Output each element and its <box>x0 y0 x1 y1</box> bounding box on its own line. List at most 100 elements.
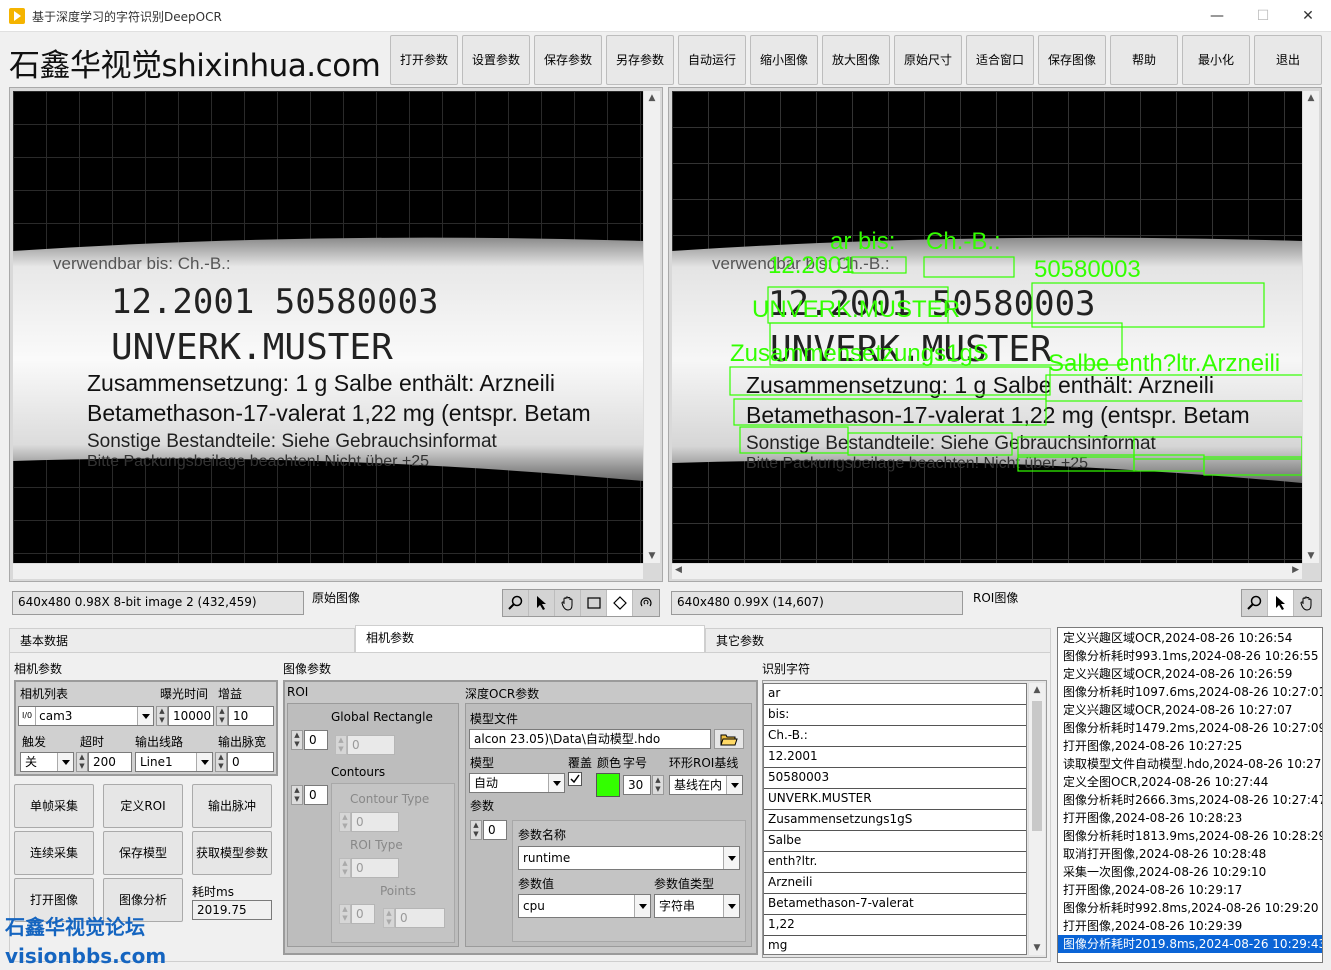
chevron-down-icon[interactable] <box>726 776 742 794</box>
contours-index-stepper[interactable]: ▲ ▼ <box>291 785 303 805</box>
pointer-tool-icon[interactable] <box>529 590 555 616</box>
log-entry[interactable]: 采集一次图像,2024-08-26 10:29:10 <box>1058 863 1322 881</box>
global-index-stepper[interactable]: ▲ ▼ <box>291 730 303 750</box>
trigger-select[interactable]: 关 <box>20 752 74 772</box>
help-button[interactable]: 帮助 <box>1110 35 1178 85</box>
tab-camera-params[interactable]: 相机参数 <box>355 625 705 652</box>
gain-stepper[interactable]: ▲ ▼ <box>216 706 228 726</box>
recognized-list[interactable]: ar bis: Ch.-B.: 12.2001 50580003 UNVERK.MUSTE… <box>763 683 1027 955</box>
log-entry[interactable]: 定义兴趣区域OCR,2024-08-26 10:27:07 <box>1058 701 1322 719</box>
font-size-input[interactable]: 30 <box>623 775 651 795</box>
annulus-tool-icon[interactable] <box>633 590 659 616</box>
log-entry[interactable]: 图像分析耗时2019.8ms,2024-08-26 10:29:43 <box>1058 935 1322 953</box>
exposure-input[interactable]: 10000 <box>168 706 214 726</box>
single-capture-button[interactable]: 单帧采集 <box>14 784 94 828</box>
horizontal-scrollbar[interactable]: ◀ ▶ <box>672 563 1302 579</box>
timeout-input[interactable]: 200 <box>88 752 132 772</box>
chevron-down-icon[interactable] <box>634 895 650 917</box>
pulse-width-input[interactable]: 0 <box>227 752 274 772</box>
recognized-item[interactable]: mg <box>764 936 1026 954</box>
log-entry[interactable]: 定义兴趣区域OCR,2024-08-26 10:26:54 <box>1058 629 1322 647</box>
tab-other-params[interactable]: 其它参数 <box>705 628 1051 652</box>
recognized-item[interactable]: Zusammensetzungs1gS <box>764 810 1026 831</box>
recognized-item[interactable]: 12.2001 <box>764 747 1026 768</box>
recognized-item[interactable]: bis: <box>764 705 1026 726</box>
log-entry[interactable]: 图像分析耗时2666.3ms,2024-08-26 10:27:47 <box>1058 791 1322 809</box>
fit-window-button[interactable]: 适合窗口 <box>966 35 1034 85</box>
open-params-button[interactable]: 打开参数 <box>390 35 458 85</box>
overlay-checkbox[interactable] <box>568 772 582 786</box>
output-pulse-button[interactable]: 输出脉冲 <box>192 784 272 828</box>
rectangle-tool-icon[interactable] <box>581 590 607 616</box>
chevron-down-icon[interactable] <box>723 895 739 917</box>
log-entry[interactable]: 定义全图OCR,2024-08-26 10:27:44 <box>1058 773 1322 791</box>
minimize-window-button[interactable]: — <box>1194 0 1240 32</box>
maximize-window-button[interactable]: ☐ <box>1240 0 1286 32</box>
timeout-stepper[interactable]: ▲ ▼ <box>76 752 88 772</box>
zoom-in-image-button[interactable]: 放大图像 <box>822 35 890 85</box>
rotated-rectangle-tool-icon[interactable] <box>607 590 633 616</box>
log-entry[interactable]: 打开图像,2024-08-26 10:28:23 <box>1058 809 1322 827</box>
define-roi-button[interactable]: 定义ROI <box>103 784 183 828</box>
log-entry[interactable]: 打开图像,2024-08-26 10:27:25 <box>1058 737 1322 755</box>
recognized-item[interactable]: ar <box>764 684 1026 705</box>
original-image-view[interactable]: verwendbar bis: Ch.-B.: 12.2001 50580003… <box>13 91 643 563</box>
chevron-down-icon[interactable] <box>57 753 73 771</box>
save-params-button[interactable]: 保存参数 <box>534 35 602 85</box>
roi-image-view[interactable]: verwendbar bis: Ch.-B.: 12.2001 50580003… <box>672 91 1302 563</box>
overlay-color-swatch[interactable] <box>596 773 620 797</box>
model-file-input[interactable]: alcon 23.05)\Data\自动模型.hdo <box>469 729 711 749</box>
log-entry[interactable]: 图像分析耗时1097.6ms,2024-08-26 10:27:01 <box>1058 683 1322 701</box>
recognized-item[interactable]: Ch.-B.: <box>764 726 1026 747</box>
pointer-tool-icon[interactable] <box>1268 590 1294 616</box>
exposure-stepper[interactable]: ▲ ▼ <box>156 706 168 726</box>
save-image-button[interactable]: 保存图像 <box>1038 35 1106 85</box>
recognized-item[interactable]: 50580003 <box>764 768 1026 789</box>
recognized-item[interactable]: 1,22 <box>764 915 1026 936</box>
pan-tool-icon[interactable] <box>1294 590 1320 616</box>
get-model-params-button[interactable]: 获取模型参数 <box>192 831 272 875</box>
vertical-scrollbar[interactable]: ▲ ▼ <box>1302 91 1319 563</box>
params-index-stepper[interactable]: ▲ ▼ <box>470 820 482 840</box>
param-type-select[interactable]: 字符串 <box>654 894 740 918</box>
recognized-item[interactable]: Arzneili <box>764 873 1026 894</box>
log-entry[interactable]: 打开图像,2024-08-26 10:29:17 <box>1058 881 1322 899</box>
original-size-button[interactable]: 原始尺寸 <box>894 35 962 85</box>
param-name-select[interactable]: runtime <box>518 846 740 870</box>
global-index-input[interactable]: 0 <box>304 730 328 750</box>
zoom-tool-icon[interactable] <box>1242 590 1268 616</box>
log-entry[interactable]: 取消打开图像,2024-08-26 10:28:48 <box>1058 845 1322 863</box>
auto-run-button[interactable]: 自动运行 <box>678 35 746 85</box>
camera-select[interactable]: I/0 cam3 <box>18 706 154 726</box>
font-size-stepper[interactable]: ▲ ▼ <box>652 775 664 795</box>
recognized-item[interactable]: enth?ltr. <box>764 852 1026 873</box>
param-value-select[interactable]: cpu <box>518 894 651 918</box>
save-model-button[interactable]: 保存模型 <box>103 831 183 875</box>
zoom-tool-icon[interactable] <box>503 590 529 616</box>
close-window-button[interactable]: ✕ <box>1285 0 1331 32</box>
vertical-scrollbar[interactable]: ▲ ▼ <box>1028 683 1045 955</box>
recognized-item[interactable]: UNVERK.MUSTER <box>764 789 1026 810</box>
model-select[interactable]: 自动 <box>469 773 565 793</box>
log-entry[interactable]: 图像分析耗时993.1ms,2024-08-26 10:26:55 <box>1058 647 1322 665</box>
log-entry[interactable]: 定义兴趣区域OCR,2024-08-26 10:26:59 <box>1058 665 1322 683</box>
log-entry[interactable]: 图像分析耗时992.8ms,2024-08-26 10:29:20 <box>1058 899 1322 917</box>
log-entry[interactable]: 图像分析耗时1479.2ms,2024-08-26 10:27:09 <box>1058 719 1322 737</box>
save-as-params-button[interactable]: 另存参数 <box>606 35 674 85</box>
chevron-down-icon[interactable] <box>137 707 153 725</box>
minimize-button[interactable]: 最小化 <box>1182 35 1250 85</box>
params-index-input[interactable]: 0 <box>483 820 507 840</box>
contours-index-input[interactable]: 0 <box>304 785 328 805</box>
horizontal-scrollbar[interactable] <box>13 563 643 579</box>
zoom-out-image-button[interactable]: 缩小图像 <box>750 35 818 85</box>
tab-basic-data[interactable]: 基本数据 <box>9 628 355 652</box>
log-entry[interactable]: 读取模型文件自动模型.hdo,2024-08-26 10:27:3 <box>1058 755 1322 773</box>
recognized-item[interactable]: Salbe <box>764 831 1026 852</box>
vertical-scrollbar[interactable]: ▲ ▼ <box>643 91 660 563</box>
chevron-down-icon[interactable] <box>548 774 564 792</box>
pulse-width-stepper[interactable]: ▲ ▼ <box>215 752 227 772</box>
chevron-down-icon[interactable] <box>196 753 212 771</box>
chevron-down-icon[interactable] <box>723 847 739 869</box>
continuous-capture-button[interactable]: 连续采集 <box>14 831 94 875</box>
gain-input[interactable]: 10 <box>228 706 274 726</box>
